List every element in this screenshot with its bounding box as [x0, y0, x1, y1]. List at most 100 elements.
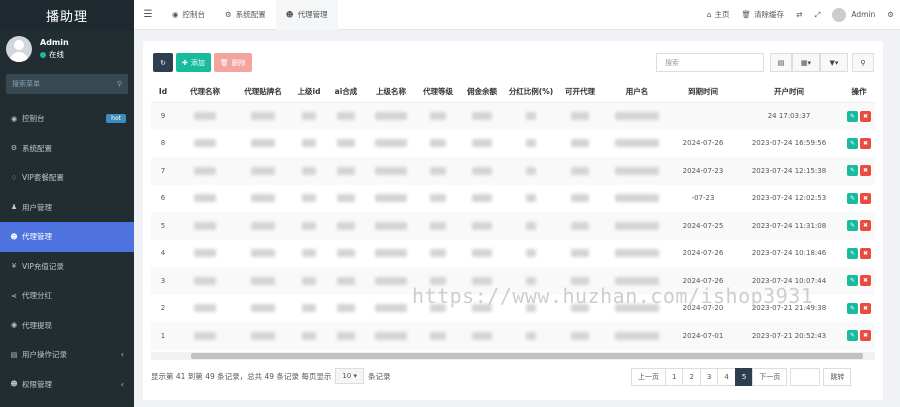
- delete-icon[interactable]: ✖: [860, 137, 871, 149]
- edit-icon[interactable]: ✎: [847, 330, 858, 342]
- edit-icon[interactable]: ✎: [847, 220, 858, 232]
- sidebar-item-5[interactable]: ¥ VIP充值记录: [0, 252, 134, 282]
- fullscreen-icon[interactable]: ⤢: [808, 10, 826, 20]
- trash-icon: 🗑: [219, 58, 229, 67]
- column-header[interactable]: 代理贴牌名: [235, 82, 291, 103]
- app-logo[interactable]: 播助理: [0, 0, 134, 30]
- redacted-value: [571, 331, 589, 340]
- cell-redacted: [505, 322, 557, 350]
- export-dropdown-icon[interactable]: ▼▾: [820, 53, 848, 72]
- sidebar-search-input[interactable]: 搜索菜单 ⚲: [6, 74, 128, 94]
- jump-button[interactable]: 跳转: [823, 368, 852, 386]
- gear-icon: ⚙: [225, 10, 232, 19]
- table-search-input[interactable]: 搜索: [656, 53, 764, 72]
- delete-icon[interactable]: ✖: [860, 110, 871, 122]
- cell-expire: 2024-07-26: [682, 249, 724, 258]
- column-header[interactable]: ai合成: [327, 82, 365, 103]
- table-row[interactable]: 7 2024-07-23 2023-07-24 12:15:38 ✎ ✖: [151, 157, 875, 185]
- column-header[interactable]: 佣金余额: [459, 82, 505, 103]
- redacted-value: [472, 139, 492, 148]
- sidebar-item-8[interactable]: ▤ 用户操作记录 ‹: [0, 340, 134, 370]
- delete-icon[interactable]: ✖: [860, 165, 871, 177]
- sidebar-item-7[interactable]: ◉ 代理提现: [0, 311, 134, 341]
- edit-icon[interactable]: ✎: [847, 165, 858, 177]
- agent-table: Id 代理名称 代理贴牌名 上级id ai合成 上级名称 代理等级 佣金余额 分红比例(%) 可开…: [151, 82, 875, 350]
- edit-icon[interactable]: ✎: [847, 137, 858, 149]
- table-row[interactable]: 4 2024-07-26 2023-07-24 10:18:46 ✎ ✖: [151, 240, 875, 268]
- table-row[interactable]: 5 2024-07-25 2023-07-24 11:31:08 ✎ ✖: [151, 212, 875, 240]
- columns-dropdown-icon[interactable]: ▦▾: [792, 53, 820, 72]
- user-menu[interactable]: Admin: [826, 7, 881, 22]
- column-header[interactable]: 上级名称: [365, 82, 417, 103]
- delete-icon[interactable]: ✖: [860, 192, 871, 204]
- cell-redacted: [291, 102, 327, 130]
- cell-redacted: [459, 185, 505, 213]
- page-button[interactable]: 4: [717, 368, 736, 386]
- delete-icon[interactable]: ✖: [860, 302, 871, 314]
- column-header[interactable]: 开户时间: [735, 82, 843, 103]
- redacted-value: [472, 194, 492, 203]
- delete-icon[interactable]: ✖: [860, 330, 871, 342]
- next-page-button[interactable]: 下一页: [752, 368, 788, 386]
- sidebar-item-0[interactable]: ◉ 控制台 hot: [0, 104, 134, 134]
- page-button[interactable]: 5: [734, 368, 754, 386]
- delete-icon[interactable]: ✖: [860, 247, 871, 259]
- cell-open-time: 2023-07-24 10:18:46: [751, 249, 827, 258]
- tab-agent-management[interactable]: ☻ 代理管理: [275, 0, 338, 30]
- column-header[interactable]: 操作: [843, 82, 875, 103]
- hot-badge: hot: [106, 114, 126, 124]
- cell-redacted: [175, 212, 235, 240]
- menu-toggle-icon[interactable]: ☰: [134, 9, 162, 20]
- home-link[interactable]: ⌂ 主页: [701, 9, 736, 20]
- redacted-value: [526, 139, 536, 148]
- table-row[interactable]: 9 24 17:03:37 ✎ ✖: [151, 102, 875, 130]
- prev-page-button[interactable]: 上一页: [631, 368, 666, 386]
- settings-gear-icon[interactable]: ⚙: [881, 10, 900, 19]
- column-header[interactable]: Id: [151, 82, 175, 103]
- page-button[interactable]: 2: [682, 368, 701, 386]
- page-button[interactable]: 3: [699, 368, 719, 386]
- sidebar-item-3[interactable]: ♟ 用户管理: [0, 193, 134, 223]
- column-header[interactable]: 代理名称: [175, 82, 235, 103]
- edit-icon[interactable]: ✎: [847, 110, 858, 122]
- tab-dashboard[interactable]: ◉ 控制台: [162, 0, 215, 30]
- refresh-button[interactable]: ↻: [153, 53, 173, 72]
- delete-button[interactable]: 🗑 删除: [213, 53, 252, 72]
- column-header[interactable]: 用户名: [603, 82, 671, 103]
- sidebar-item-2[interactable]: ♢ VIP套餐配置: [0, 163, 134, 193]
- edit-icon[interactable]: ✎: [847, 275, 858, 287]
- advanced-search-icon[interactable]: ⚲: [852, 53, 874, 72]
- cell-redacted: [603, 212, 671, 240]
- add-button[interactable]: ✚ 添加: [176, 53, 211, 72]
- redacted-value: [375, 331, 407, 340]
- column-header[interactable]: 分红比例(%): [505, 82, 557, 103]
- sidebar-item-4[interactable]: ☻ 代理管理: [0, 222, 134, 252]
- table-row[interactable]: 1 2024-07-01 2023-07-21 20:52:43 ✎ ✖: [151, 322, 875, 350]
- sidebar-item-9[interactable]: ☻ 权限管理 ‹: [0, 370, 134, 400]
- tab-system-config[interactable]: ⚙ 系统配置: [215, 0, 276, 30]
- table-row[interactable]: 8 2024-07-26 2023-07-24 16:59:56 ✎ ✖: [151, 130, 875, 158]
- edit-icon[interactable]: ✎: [847, 192, 858, 204]
- translate-icon[interactable]: ⇄: [790, 10, 808, 19]
- table-row[interactable]: 6 -07-23 2023-07-24 12:02:53 ✎ ✖: [151, 185, 875, 213]
- search-icon[interactable]: ⚲: [117, 80, 122, 88]
- delete-icon[interactable]: ✖: [860, 275, 871, 287]
- toggle-view-icon[interactable]: ▤: [770, 53, 792, 72]
- clear-cache-button[interactable]: 🗑 清除缓存: [736, 9, 791, 20]
- page-size-dropdown[interactable]: 10 ▾: [335, 368, 364, 384]
- page-jump-input[interactable]: [790, 368, 821, 386]
- column-header[interactable]: 到期时间: [671, 82, 735, 103]
- redacted-value: [571, 112, 589, 120]
- column-header[interactable]: 代理等级: [417, 82, 459, 103]
- edit-icon[interactable]: ✎: [847, 302, 858, 314]
- delete-icon[interactable]: ✖: [860, 220, 871, 232]
- column-header[interactable]: 上级id: [291, 82, 327, 103]
- page-button[interactable]: 1: [665, 368, 684, 386]
- scrollbar-thumb[interactable]: [191, 353, 863, 359]
- column-header[interactable]: 可开代理: [557, 82, 603, 103]
- edit-icon[interactable]: ✎: [847, 247, 858, 259]
- horizontal-scrollbar[interactable]: [151, 352, 875, 360]
- cell-redacted: [365, 240, 417, 268]
- sidebar-item-6[interactable]: ⋖ 代理分红: [0, 281, 134, 311]
- sidebar-item-1[interactable]: ⚙ 系统配置: [0, 134, 134, 164]
